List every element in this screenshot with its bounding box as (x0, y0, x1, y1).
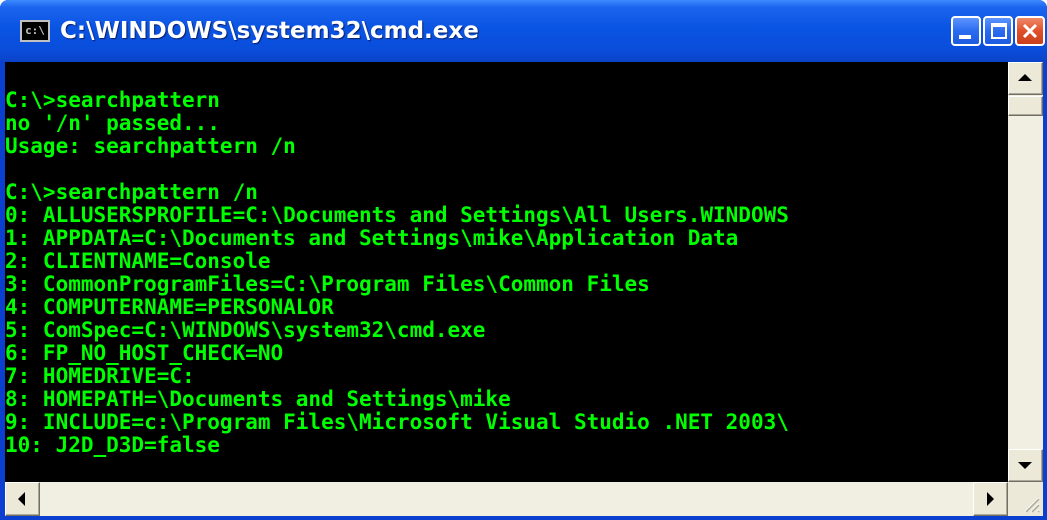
arrow-left-icon (18, 492, 25, 506)
resize-grip-icon (1024, 497, 1040, 513)
console-line: Usage: searchpattern /n (5, 134, 296, 158)
minimize-icon (959, 35, 971, 39)
title-bar[interactable]: c:\ C:\WINDOWS\system32\cmd.exe (0, 0, 1047, 62)
maximize-icon (991, 23, 1007, 39)
console-line: 7: HOMEDRIVE=C: (5, 364, 195, 388)
console-line: 4: COMPUTERNAME=PERSONALOR (5, 295, 334, 319)
console-line: no '/n' passed... (5, 111, 220, 135)
console-line: 3: CommonProgramFiles=C:\Program Files\C… (5, 272, 650, 296)
scroll-right-button[interactable] (973, 482, 1008, 516)
vertical-scrollbar[interactable] (1008, 62, 1043, 482)
arrow-up-icon (1018, 74, 1032, 81)
console-client-area: C:\>searchpattern no '/n' passed... Usage:… (5, 62, 1043, 516)
console-line: 5: ComSpec=C:\WINDOWS\system32\cmd.exe (5, 318, 486, 342)
console-line: 6: FP_NO_HOST_CHECK=NO (5, 341, 284, 365)
arrow-right-icon (987, 492, 994, 506)
horizontal-scrollbar[interactable] (5, 482, 1008, 516)
minimize-button[interactable] (951, 16, 981, 46)
console-line: 1: APPDATA=C:\Documents and Settings\mik… (5, 226, 739, 250)
resize-grip[interactable] (1008, 482, 1043, 516)
console-output[interactable]: C:\>searchpattern no '/n' passed... Usage:… (5, 62, 1008, 482)
vertical-scroll-thumb[interactable] (1008, 96, 1043, 116)
scroll-down-button[interactable] (1008, 449, 1043, 482)
console-line: 9: INCLUDE=c:\Program Files\Microsoft Vi… (5, 410, 789, 434)
console-line: 2: CLIENTNAME=Console (5, 249, 271, 273)
scroll-left-button[interactable] (5, 482, 40, 516)
console-line: 0: ALLUSERSPROFILE=C:\Documents and Sett… (5, 203, 789, 227)
close-button[interactable] (1015, 16, 1045, 46)
console-line: C:\>searchpattern (5, 88, 220, 112)
console-icon[interactable]: c:\ (20, 20, 50, 42)
console-line: 10: J2D_D3D=false (5, 433, 220, 457)
close-icon (1022, 23, 1038, 39)
console-line: C:\>searchpattern /n (5, 180, 258, 204)
scroll-up-button[interactable] (1008, 62, 1043, 95)
arrow-down-icon (1018, 462, 1032, 469)
console-line: 8: HOMEPATH=\Documents and Settings\mike (5, 387, 511, 411)
window-title: C:\WINDOWS\system32\cmd.exe (60, 18, 479, 44)
cmd-window: c:\ C:\WINDOWS\system32\cmd.exe C:\>sear… (0, 0, 1047, 520)
maximize-button[interactable] (983, 16, 1013, 46)
